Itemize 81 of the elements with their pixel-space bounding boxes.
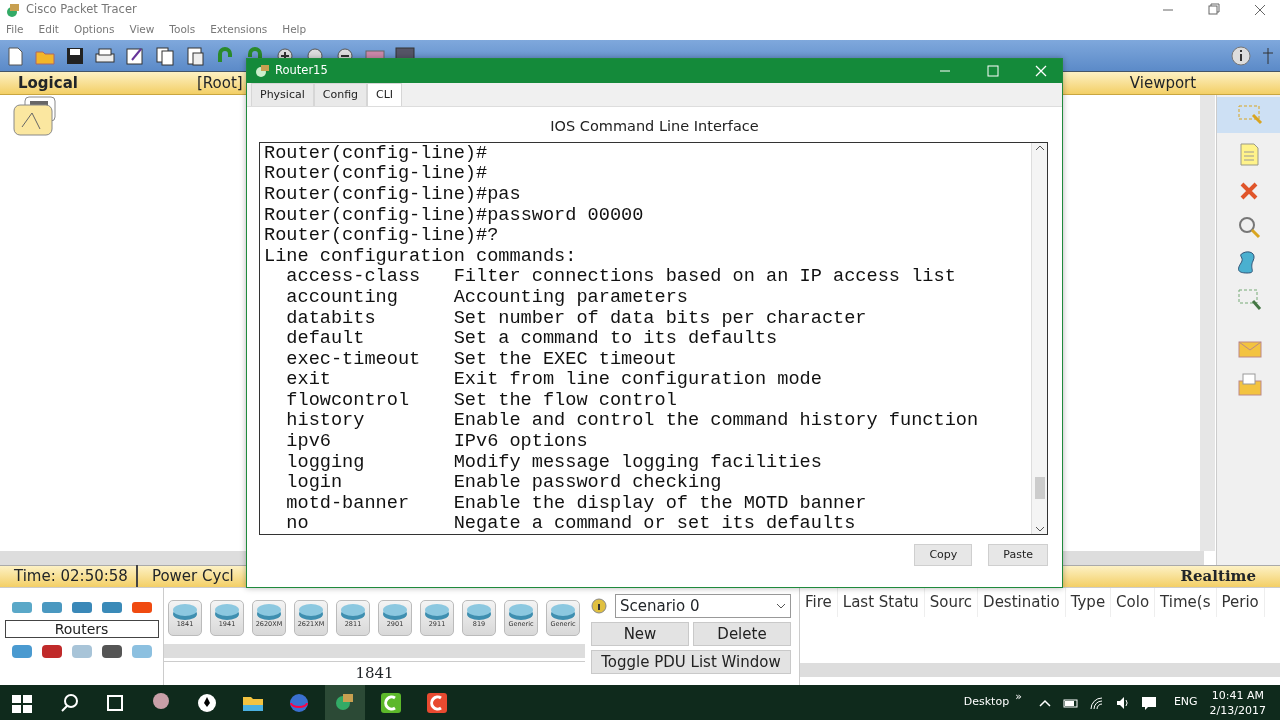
tab[interactable]: CLI bbox=[367, 83, 403, 106]
cli-description: Exit from line configuration mode bbox=[453, 370, 822, 391]
cli-command: motd-banner bbox=[286, 493, 411, 515]
cli-line: Router(config-line)#? bbox=[264, 226, 500, 247]
column-header[interactable]: Type bbox=[1065, 588, 1112, 617]
cli-command: logging bbox=[286, 452, 366, 474]
cli-description: Enable the display of the MOTD banner bbox=[453, 493, 867, 515]
caret-icon bbox=[776, 602, 786, 610]
scroll-thumb[interactable] bbox=[1034, 477, 1045, 500]
column-header[interactable]: Time(s bbox=[1155, 588, 1217, 617]
cli-description: Accounting parameters bbox=[453, 287, 688, 309]
cli-line: Router(config-line)#pas bbox=[264, 184, 522, 206]
cli-line: Line configuration commands: bbox=[264, 246, 578, 268]
scrollbar[interactable] bbox=[1031, 142, 1047, 534]
model-name: 1841 bbox=[164, 661, 585, 685]
clock-date[interactable]: 2/13/2017 bbox=[1209, 702, 1266, 718]
delete-button[interactable]: Delete bbox=[693, 622, 791, 646]
cli-command: login bbox=[286, 473, 344, 494]
column-header[interactable]: Perio bbox=[1216, 588, 1265, 617]
workspace-tab[interactable]: Logical bbox=[0, 71, 92, 95]
app-logo-icon bbox=[255, 64, 269, 78]
menu-item[interactable]: Extensions bbox=[210, 22, 268, 38]
app-logo-icon bbox=[4, 2, 20, 18]
language-label[interactable]: ENG bbox=[1173, 694, 1198, 711]
cli-description: Modify message logging facilities bbox=[453, 452, 822, 474]
viewport-label[interactable]: Viewport bbox=[1063, 71, 1263, 95]
category-label: Routers bbox=[4, 620, 159, 638]
menu-item[interactable]: View bbox=[129, 22, 155, 38]
scrollbar[interactable] bbox=[164, 644, 585, 658]
menu-item[interactable]: Help bbox=[282, 22, 307, 38]
info-icon[interactable] bbox=[1230, 44, 1252, 67]
tab[interactable]: Physical bbox=[251, 82, 314, 106]
cli-heading: IOS Command Line Interface bbox=[549, 117, 760, 136]
cli-line: Router(config-line)# bbox=[264, 143, 489, 165]
copy-button[interactable]: Copy bbox=[914, 543, 973, 567]
cli-command: default bbox=[286, 329, 366, 350]
cli-description: Set the flow control bbox=[453, 390, 677, 412]
cli-command: flowcontrol bbox=[286, 390, 411, 412]
column-header[interactable]: Colo bbox=[1111, 588, 1156, 617]
cli-command: no bbox=[286, 514, 310, 534]
scrollbar[interactable] bbox=[1200, 95, 1215, 551]
cli-description: Enable password checking bbox=[453, 473, 722, 494]
info-icon bbox=[591, 598, 607, 614]
cli-command: exec-timeout bbox=[286, 349, 422, 371]
clock-time[interactable]: 10:41 AM bbox=[1211, 687, 1264, 703]
chevron[interactable]: » bbox=[1015, 689, 1022, 706]
scrollbar[interactable] bbox=[800, 663, 1280, 677]
menu-item[interactable]: Options bbox=[73, 22, 115, 38]
paste-icon[interactable] bbox=[184, 44, 206, 67]
cli-line: Router(config-line)# bbox=[264, 164, 489, 185]
cli-command: ipv6 bbox=[286, 432, 332, 453]
cli-description: Set number of data bits per character bbox=[453, 308, 867, 330]
cli-command: accounting bbox=[286, 287, 399, 309]
new-button[interactable]: New bbox=[591, 622, 689, 646]
dialog-title: Router15 bbox=[275, 62, 328, 80]
window-title: Cisco Packet Tracer bbox=[26, 1, 137, 19]
cli-description: Set the EXEC timeout bbox=[453, 349, 677, 371]
cli-command: history bbox=[286, 411, 366, 433]
cli-terminal[interactable] bbox=[259, 141, 1048, 535]
cli-description: IPv6 options bbox=[453, 432, 588, 453]
workspace-path: [Root] bbox=[197, 72, 243, 94]
scenario-dropdown[interactable]: Scenario 0 bbox=[615, 594, 791, 618]
cli-description: Set a command to its defaults bbox=[453, 329, 778, 350]
menu-item[interactable]: File bbox=[6, 22, 24, 38]
cli-description: Filter connections based on an IP access list bbox=[453, 267, 956, 288]
menu-item[interactable]: Tools bbox=[169, 22, 196, 38]
desktop-label[interactable]: Desktop bbox=[963, 694, 1010, 711]
cli-description: Negate a command or set its defaults bbox=[453, 514, 856, 534]
cli-command: access-class bbox=[286, 267, 422, 288]
cli-description: Enable and control the command history function bbox=[453, 411, 979, 433]
realtime-tab[interactable]: Realtime bbox=[1180, 565, 1280, 588]
dropdown-value: Scenario 0 bbox=[620, 595, 700, 617]
paste-button[interactable]: Paste bbox=[988, 543, 1048, 567]
cli-command: databits bbox=[286, 308, 377, 330]
power-cycle-button[interactable]: Power Cycl bbox=[137, 565, 234, 588]
toggle-pdu-button[interactable]: Toggle PDU List Window bbox=[591, 650, 791, 674]
app-logo-icon[interactable] bbox=[325, 685, 365, 720]
cli-command: exit bbox=[286, 370, 332, 391]
menu-item[interactable]: Edit bbox=[38, 22, 59, 38]
cli-line: Router(config-line)#password 00000 bbox=[264, 205, 645, 227]
copy-icon[interactable] bbox=[154, 44, 176, 67]
